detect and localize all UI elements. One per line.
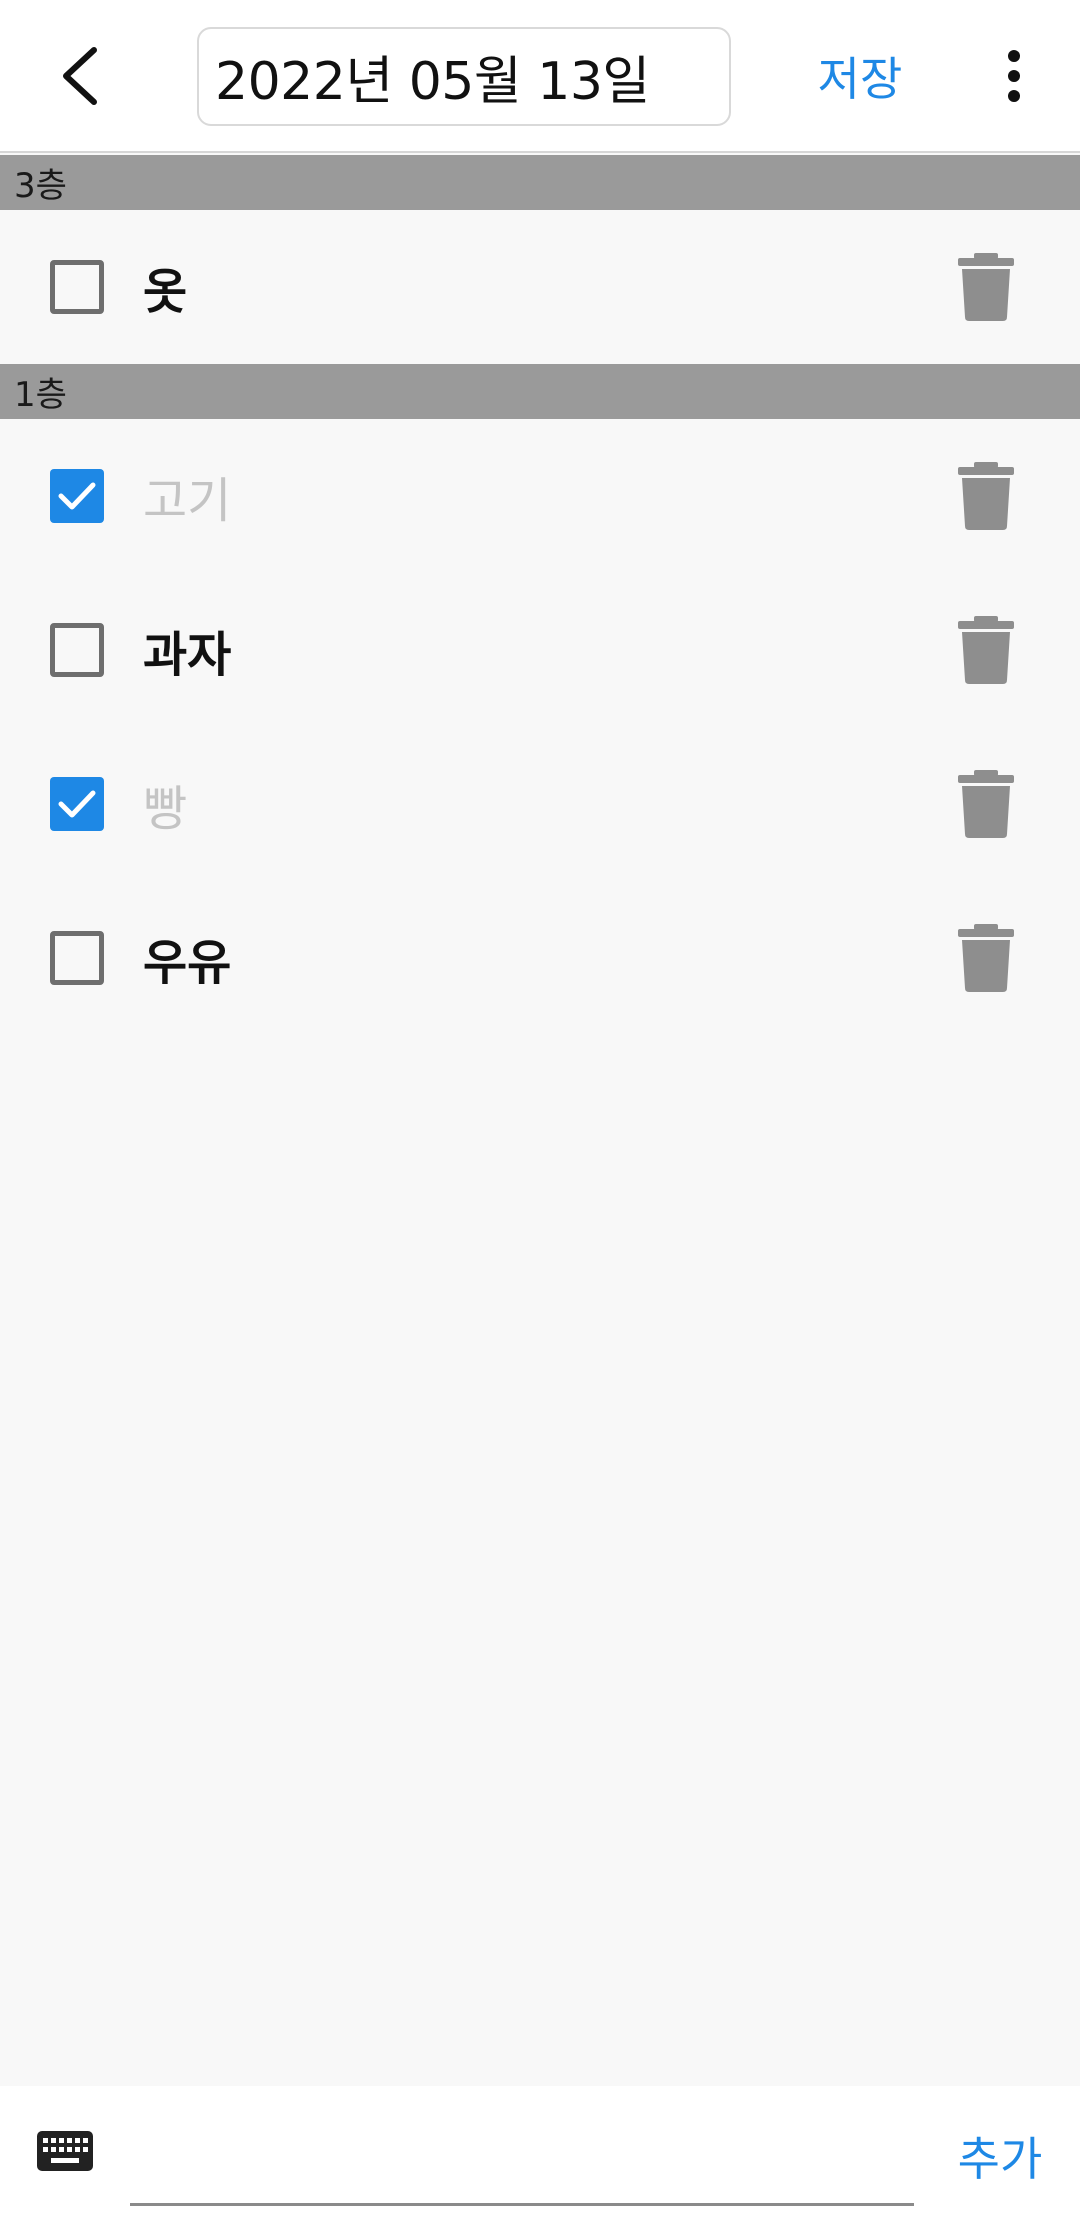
list-item: 과자 [0,573,1080,727]
item-checkbox[interactable] [50,777,104,831]
item-checkbox[interactable] [50,931,104,985]
toolbar: 2022년 05월 13일 저장 [0,0,1080,153]
trash-icon [958,616,1014,684]
delete-button[interactable] [950,460,1022,532]
item-checkbox[interactable] [50,260,104,314]
list-item: 고기 [0,419,1080,573]
item-label: 빵 [143,781,188,837]
item-checkbox[interactable] [50,623,104,677]
item-checkbox[interactable] [50,469,104,523]
list-item: 빵 [0,727,1080,881]
section-title: 1층 [14,375,67,415]
bottom-bar: 추가 [0,2086,1080,2220]
item-label: 고기 [143,473,232,529]
list-item: 우유 [0,881,1080,1035]
section-header-1f: 1층 [0,364,1080,419]
keyboard-button[interactable] [30,2116,100,2186]
delete-button[interactable] [950,768,1022,840]
trash-icon [958,924,1014,992]
check-icon [58,790,96,818]
check-icon [58,482,96,510]
delete-button[interactable] [950,922,1022,994]
save-button[interactable]: 저장 [800,36,920,116]
item-label: 우유 [143,935,232,991]
item-label: 과자 [143,627,232,683]
keyboard-icon [37,2131,93,2171]
delete-button[interactable] [950,614,1022,686]
item-label: 옷 [143,264,188,320]
more-button[interactable] [974,36,1054,116]
app: 2022년 05월 13일 저장 3층 옷 1층 고기 과자 빵 우유 추가 [0,0,1080,2220]
back-button[interactable] [40,36,120,116]
section-title: 3층 [14,166,67,206]
more-vert-icon [1008,50,1020,102]
title-input[interactable]: 2022년 05월 13일 [197,27,731,126]
delete-button[interactable] [950,251,1022,323]
trash-icon [958,253,1014,321]
list-item: 옷 [0,210,1080,364]
trash-icon [958,462,1014,530]
add-button[interactable]: 추가 [940,2116,1060,2196]
add-item-input[interactable] [130,2106,914,2206]
trash-icon [958,770,1014,838]
chevron-left-icon [63,47,97,105]
section-header-3f: 3층 [0,155,1080,210]
